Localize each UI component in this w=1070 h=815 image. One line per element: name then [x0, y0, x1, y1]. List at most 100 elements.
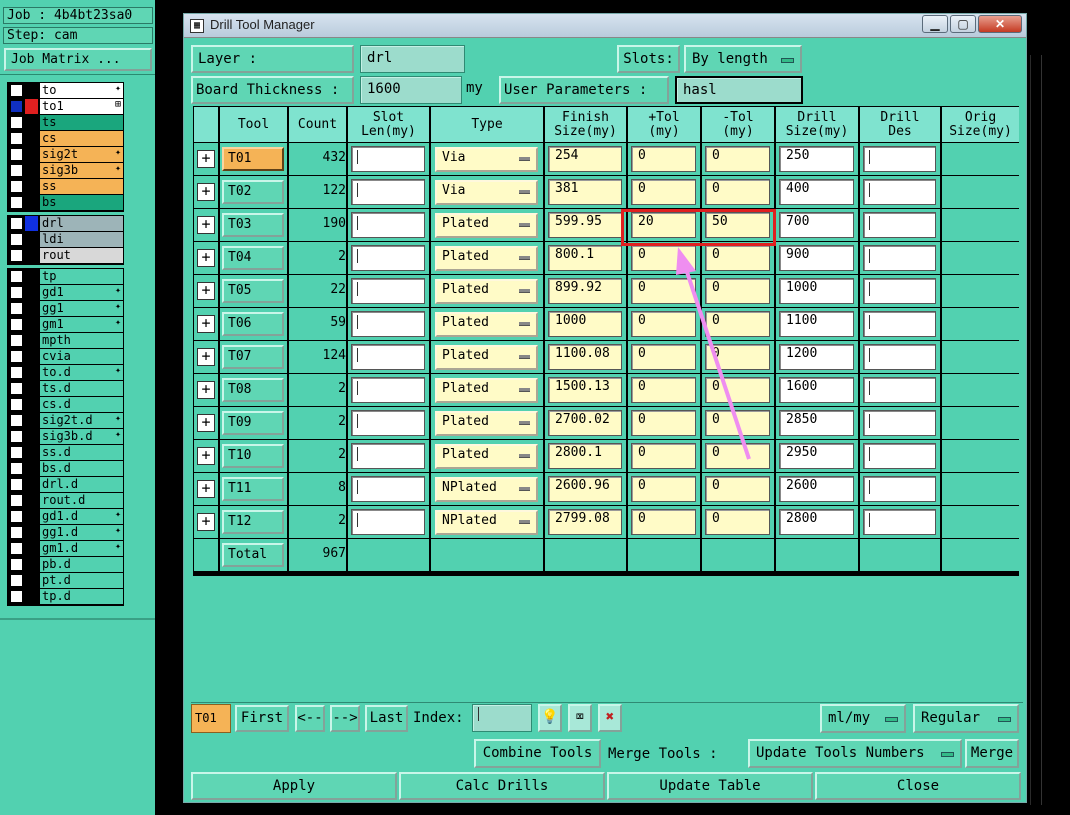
combine-tools-button[interactable]: Combine Tools — [474, 739, 601, 768]
finish-size-input[interactable]: 1500.13 — [548, 377, 622, 403]
lightbulb-icon[interactable]: 💡 — [538, 704, 562, 732]
layer-checkbox[interactable] — [10, 148, 23, 161]
type-dropdown[interactable]: Plated — [435, 246, 538, 271]
finish-size-input[interactable]: 2700.02 — [548, 410, 622, 436]
drill-size-input[interactable]: 1100 — [779, 311, 854, 337]
first-button[interactable]: First — [235, 705, 289, 732]
layer-checkbox[interactable] — [10, 398, 23, 411]
layer-row-rout-d[interactable]: rout.d — [8, 493, 123, 508]
drill-size-input[interactable]: 2950 — [779, 443, 854, 469]
expand-icon[interactable]: + — [197, 414, 215, 432]
thickness-field[interactable]: 1600 — [360, 76, 462, 104]
units-dropdown[interactable]: ml/my — [820, 704, 906, 733]
layer-row-gg1[interactable]: gg1 ✦ — [8, 301, 123, 316]
tool-button[interactable]: T04 — [222, 246, 284, 270]
index-field[interactable] — [472, 704, 532, 732]
layer-checkbox[interactable] — [10, 270, 23, 283]
layer-row-to-d[interactable]: to.d ✦ — [8, 365, 123, 380]
drill-size-input[interactable]: 2600 — [779, 476, 854, 502]
layer-checkbox[interactable] — [10, 526, 23, 539]
layer-row-cs-d[interactable]: cs.d — [8, 397, 123, 412]
slot-length-input[interactable] — [351, 146, 425, 172]
drill-des-input[interactable] — [863, 146, 936, 172]
finish-size-input[interactable]: 1100.08 — [548, 344, 622, 370]
layer-checkbox[interactable] — [10, 116, 23, 129]
tool-button[interactable]: T07 — [222, 345, 284, 369]
plus-tol-input[interactable]: 0 — [631, 146, 696, 172]
layer-row-gd1-d[interactable]: gd1.d ✦ — [8, 509, 123, 524]
layer-checkbox[interactable] — [10, 462, 23, 475]
drill-size-input[interactable]: 400 — [779, 179, 854, 205]
mode-dropdown[interactable]: Regular — [913, 704, 1019, 733]
drill-des-input[interactable] — [863, 476, 936, 502]
finish-size-input[interactable]: 899.92 — [548, 278, 622, 304]
layer-row-gm1-d[interactable]: gm1.d ✦ — [8, 541, 123, 556]
minimize-icon[interactable]: ▁ — [922, 15, 948, 33]
layer-row-pb-d[interactable]: pb.d — [8, 557, 123, 572]
slot-length-input[interactable] — [351, 245, 425, 271]
finish-size-input[interactable]: 1000 — [548, 311, 622, 337]
expand-icon[interactable]: + — [197, 216, 215, 234]
slot-length-input[interactable] — [351, 344, 425, 370]
drill-des-input[interactable] — [863, 509, 936, 535]
drill-des-input[interactable] — [863, 443, 936, 469]
layer-checkbox[interactable] — [10, 542, 23, 555]
drill-size-input[interactable]: 250 — [779, 146, 854, 172]
tool-button[interactable]: T09 — [222, 411, 284, 435]
user-parameters-button[interactable]: User Parameters : — [499, 76, 669, 104]
finish-size-input[interactable]: 254 — [548, 146, 622, 172]
layer-checkbox[interactable] — [10, 286, 23, 299]
prev-button[interactable]: <-- — [295, 705, 325, 732]
slot-length-input[interactable] — [351, 212, 425, 238]
drill-des-input[interactable] — [863, 212, 936, 238]
layer-row-ss-d[interactable]: ss.d — [8, 445, 123, 460]
layer-checkbox[interactable] — [10, 414, 23, 427]
close-button[interactable]: Close — [815, 772, 1021, 800]
tool-button[interactable]: T06 — [222, 312, 284, 336]
tool-button[interactable]: T08 — [222, 378, 284, 402]
layer-row-cvia[interactable]: cvia — [8, 349, 123, 364]
type-dropdown[interactable]: NPlated — [435, 477, 538, 502]
finish-size-input[interactable]: 800.1 — [548, 245, 622, 271]
slot-length-input[interactable] — [351, 509, 425, 535]
layer-checkbox[interactable] — [10, 510, 23, 523]
drill-size-input[interactable]: 2850 — [779, 410, 854, 436]
layer-row-sig3b-d[interactable]: sig3b.d ✦ — [8, 429, 123, 444]
tool-button[interactable]: T03 — [222, 213, 284, 237]
type-dropdown[interactable]: Plated — [435, 411, 538, 436]
layer-row-sig2t-d[interactable]: sig2t.d ✦ — [8, 413, 123, 428]
layer-checkbox[interactable] — [10, 100, 23, 113]
finish-size-input[interactable]: 2799.08 — [548, 509, 622, 535]
layer-row-rout[interactable]: rout — [8, 248, 123, 263]
expand-icon[interactable]: + — [197, 282, 215, 300]
slot-length-input[interactable] — [351, 443, 425, 469]
layer-row-bs-d[interactable]: bs.d — [8, 461, 123, 476]
slot-length-input[interactable] — [351, 278, 425, 304]
plus-tol-input[interactable]: 0 — [631, 476, 696, 502]
layer-row-pt-d[interactable]: pt.d — [8, 573, 123, 588]
layer-checkbox[interactable] — [10, 164, 23, 177]
type-dropdown[interactable]: Via — [435, 147, 538, 172]
layer-row-drl[interactable]: drl — [8, 216, 123, 231]
layer-checkbox[interactable] — [10, 558, 23, 571]
layer-checkbox[interactable] — [10, 430, 23, 443]
layer-row-ts-d[interactable]: ts.d — [8, 381, 123, 396]
calc-drills-button[interactable]: Calc Drills — [399, 772, 605, 800]
type-dropdown[interactable]: Via — [435, 180, 538, 205]
layer-row-gg1-d[interactable]: gg1.d ✦ — [8, 525, 123, 540]
tool-button[interactable]: T10 — [222, 444, 284, 468]
type-dropdown[interactable]: Plated — [435, 378, 538, 403]
type-dropdown[interactable]: Plated — [435, 213, 538, 238]
expand-icon[interactable]: + — [197, 447, 215, 465]
layer-checkbox[interactable] — [10, 350, 23, 363]
type-dropdown[interactable]: Plated — [435, 444, 538, 469]
drill-des-input[interactable] — [863, 311, 936, 337]
layer-checkbox[interactable] — [10, 180, 23, 193]
job-matrix-button[interactable]: Job Matrix ... — [4, 48, 152, 71]
layer-checkbox[interactable] — [10, 494, 23, 507]
maximize-icon[interactable]: ▢ — [950, 15, 976, 33]
layer-row-tp-d[interactable]: tp.d — [8, 589, 123, 604]
drill-size-input[interactable]: 2800 — [779, 509, 854, 535]
close-icon[interactable]: ✕ — [978, 15, 1022, 33]
tool-button[interactable]: T11 — [222, 477, 284, 501]
